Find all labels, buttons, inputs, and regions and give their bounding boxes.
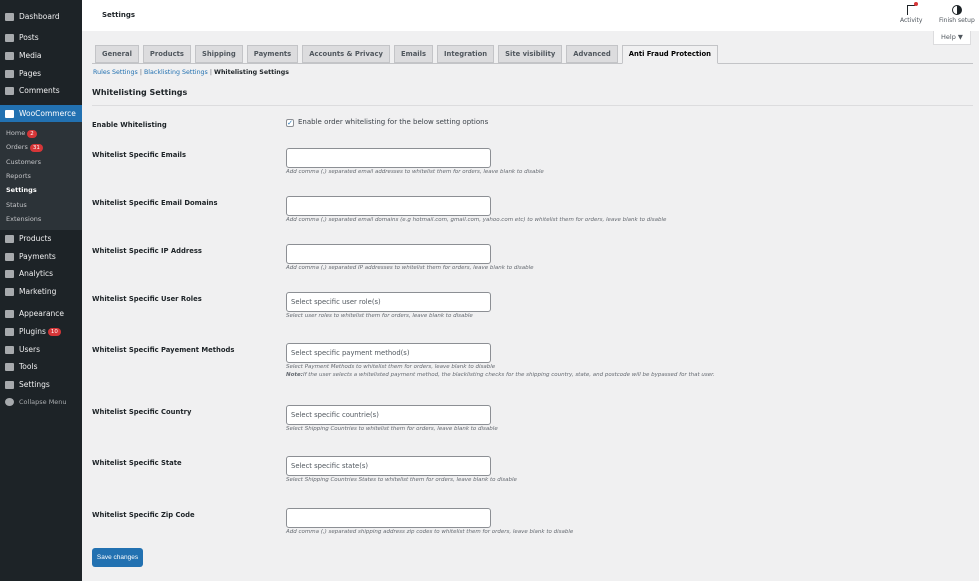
submenu-item-orders[interactable]: Orders 31 xyxy=(6,143,43,153)
rules-settings-link[interactable]: Rules Settings xyxy=(93,69,138,76)
sidebar-item-woocommerce[interactable]: WooCommerce xyxy=(0,105,82,122)
tab-accounts-privacy[interactable]: Accounts & Privacy xyxy=(302,45,390,63)
field-label: Whitelist Specific Email Domains xyxy=(92,199,218,207)
sidebar-item-plugins[interactable]: Plugins 10 xyxy=(0,323,82,340)
flag-icon xyxy=(907,2,919,15)
field-description: Add comma (,) separated email domains (e… xyxy=(286,217,667,223)
tab-emails[interactable]: Emails xyxy=(393,45,434,63)
enable-whitelisting-checkbox[interactable]: ✓ xyxy=(286,119,294,127)
field-input[interactable] xyxy=(286,148,491,168)
submenu-item-settings[interactable]: Settings xyxy=(6,186,37,194)
field-description: Select Shipping Countries States to whit… xyxy=(286,477,517,483)
sidebar-item-dashboard[interactable]: Dashboard xyxy=(0,8,82,25)
tab-shipping[interactable]: Shipping xyxy=(194,45,243,63)
field-label: Whitelist Specific Zip Code xyxy=(92,511,195,519)
field-label: Whitelist Specific Emails xyxy=(92,151,187,159)
help-button[interactable]: Help ▼ xyxy=(933,31,971,45)
analytics-icon xyxy=(5,269,14,278)
finish-setup-button[interactable]: Finish setup xyxy=(939,5,975,24)
section-title: Whitelisting Settings xyxy=(92,88,188,97)
field-input[interactable] xyxy=(286,244,491,264)
field-label: Whitelist Specific State xyxy=(92,459,182,467)
count-badge: 10 xyxy=(47,327,61,336)
sidebar-item-products[interactable]: Products xyxy=(0,230,82,247)
field-description: Add comma (,) separated shipping address… xyxy=(286,529,574,535)
count-badge: 2 xyxy=(27,130,37,138)
field-label: Whitelist Specific User Roles xyxy=(92,295,202,303)
collapse-icon xyxy=(5,397,14,406)
dashboard-icon xyxy=(5,12,14,21)
enable-whitelisting-checkbox-label[interactable]: Enable order whitelisting for the below … xyxy=(298,118,488,126)
tab-integration[interactable]: Integration xyxy=(437,45,495,63)
sidebar-item-posts[interactable]: Posts xyxy=(0,29,82,46)
settings-tabs: General Products Shipping Payments Accounts … xyxy=(92,45,973,64)
divider xyxy=(92,105,973,106)
tab-site-visibility[interactable]: Site visibility xyxy=(498,45,563,63)
page-title: Settings xyxy=(102,11,136,19)
field-label: Whitelist Specific Payement Methods xyxy=(92,346,235,354)
tab-anti-fraud-protection[interactable]: Anti Fraud Protection xyxy=(621,45,719,64)
sidebar-item-media[interactable]: Media xyxy=(0,47,82,64)
field-input[interactable]: Select specific user role(s) xyxy=(286,292,491,312)
sidebar-item-collapse-menu[interactable]: Collapse Menu xyxy=(0,393,82,410)
sidebar-item-tools[interactable]: Tools xyxy=(0,358,82,375)
pin-icon xyxy=(5,33,14,42)
field-description: Add comma (,) separated email addresses … xyxy=(286,169,544,175)
enable-whitelisting-label: Enable Whitelisting xyxy=(92,121,167,129)
submenu-item-extensions[interactable]: Extensions xyxy=(6,215,41,223)
field-label: Whitelist Specific Country xyxy=(92,408,192,416)
plugin-icon xyxy=(5,327,14,336)
sidebar-item-users[interactable]: Users xyxy=(0,341,82,358)
save-changes-button[interactable]: Save changes xyxy=(92,548,143,567)
admin-sidebar: Dashboard Posts Media Pages Comments WooComme… xyxy=(0,0,82,581)
field-description: Add comma (,) separated IP addresses to … xyxy=(286,265,534,271)
field-description: Select Payment Methods to whitelist them… xyxy=(286,364,496,370)
sidebar-item-pages[interactable]: Pages xyxy=(0,65,82,82)
field-input[interactable] xyxy=(286,508,491,528)
activity-button[interactable]: Activity xyxy=(900,2,922,24)
tab-advanced[interactable]: Advanced xyxy=(566,45,618,63)
half-circle-icon xyxy=(951,5,962,15)
field-label: Whitelist Specific IP Address xyxy=(92,247,202,255)
field-input[interactable]: Select specific payment method(s) xyxy=(286,343,491,363)
field-input[interactable]: Select specific state(s) xyxy=(286,456,491,476)
media-icon xyxy=(5,51,14,60)
count-badge: 31 xyxy=(29,144,43,153)
top-header: Settings Activity Finish setup xyxy=(82,0,979,31)
tab-general[interactable]: General xyxy=(95,45,139,63)
users-icon xyxy=(5,345,14,354)
tab-products[interactable]: Products xyxy=(142,45,191,63)
submenu-item-status[interactable]: Status xyxy=(6,201,27,209)
wrench-icon xyxy=(5,362,14,371)
pages-icon xyxy=(5,69,14,78)
field-description: Select user roles to whitelist them for … xyxy=(286,313,473,319)
comment-icon xyxy=(5,86,14,95)
whitelisting-settings-current: Whitelisting Settings xyxy=(214,69,290,76)
payments-icon xyxy=(5,252,14,261)
sub-navigation: Rules Settings | Blacklisting Settings |… xyxy=(93,69,290,76)
field-note: Note:If the user selects a whitelisted p… xyxy=(286,372,715,378)
sidebar-item-settings[interactable]: Settings xyxy=(0,376,82,393)
brush-icon xyxy=(5,309,14,318)
sidebar-item-comments[interactable]: Comments xyxy=(0,82,82,99)
sidebar-item-payments[interactable]: Payments xyxy=(0,248,82,265)
sidebar-item-analytics[interactable]: Analytics xyxy=(0,265,82,282)
submenu-item-reports[interactable]: Reports xyxy=(6,172,31,180)
products-icon xyxy=(5,234,14,243)
field-input[interactable] xyxy=(286,196,491,216)
sidebar-item-appearance[interactable]: Appearance xyxy=(0,305,82,322)
tab-payments[interactable]: Payments xyxy=(246,45,299,63)
field-description: Select Shipping Countries to whitelist t… xyxy=(286,426,498,432)
settings-icon xyxy=(5,380,14,389)
blacklisting-settings-link[interactable]: Blacklisting Settings xyxy=(144,69,208,76)
sidebar-item-marketing[interactable]: Marketing xyxy=(0,283,82,300)
field-input[interactable]: Select specific countrie(s) xyxy=(286,405,491,425)
submenu-item-customers[interactable]: Customers xyxy=(6,158,41,166)
woo-icon xyxy=(5,109,14,118)
submenu-item-home[interactable]: Home 2 xyxy=(6,129,37,138)
megaphone-icon xyxy=(5,287,14,296)
